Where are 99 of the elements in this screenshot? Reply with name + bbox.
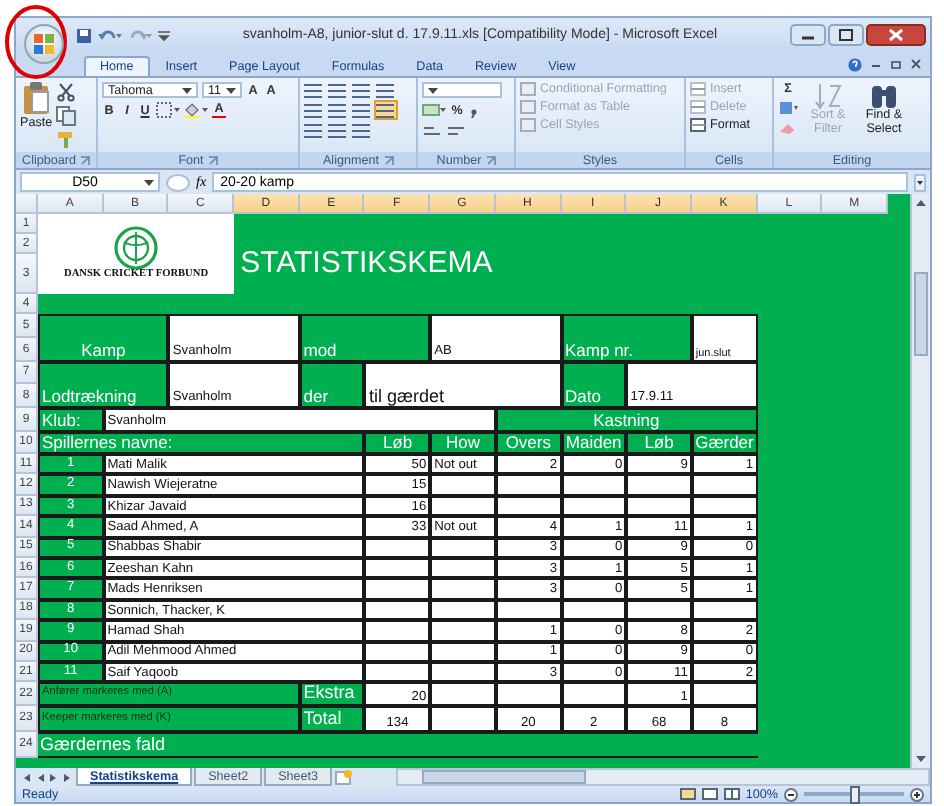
sheet-title: STATISTIKSKEMA [238, 244, 495, 284]
customize-toolbar-icon[interactable] [158, 29, 170, 41]
cells-icon [690, 100, 706, 114]
align-bottom-icon[interactable] [352, 82, 372, 98]
save-icon[interactable] [76, 27, 92, 43]
table-cell [364, 557, 431, 579]
table-cell [364, 599, 431, 621]
table-cell [430, 578, 496, 600]
wrap-text-icon[interactable] [376, 102, 396, 118]
field-label: mod [299, 314, 431, 362]
table-header: Løb [626, 432, 692, 454]
caret-icon [226, 87, 236, 93]
office-button[interactable] [24, 24, 64, 64]
table-cell [364, 578, 431, 600]
field-label: Ekstra [299, 682, 365, 707]
align-left-icon[interactable] [304, 102, 324, 118]
undo-icon[interactable] [98, 28, 122, 42]
caret-icon [144, 179, 154, 185]
cut-icon[interactable] [56, 82, 77, 102]
currency-icon[interactable] [422, 102, 446, 118]
table-cell [364, 620, 431, 642]
table-header: How [430, 432, 496, 454]
table-cell [430, 706, 496, 733]
number-format-field[interactable] [422, 82, 502, 98]
normal-view-icon[interactable] [679, 788, 696, 800]
field-label: der [299, 362, 365, 408]
horizontal-scrollbar[interactable] [396, 768, 930, 786]
table-cell [364, 537, 431, 558]
align-middle-icon[interactable] [328, 82, 348, 98]
table-cell [430, 661, 496, 683]
align-right-icon[interactable] [352, 102, 372, 118]
maximize-button[interactable] [828, 24, 864, 46]
caret-icon [428, 87, 438, 93]
table-cell [430, 557, 496, 579]
cells-icon [690, 118, 706, 132]
table-cell [626, 495, 692, 517]
dialog-launcher-icon[interactable] [207, 155, 218, 165]
table-header: Maiden [561, 432, 627, 454]
field-label: Klub: [38, 408, 104, 432]
binoculars-icon [870, 82, 898, 110]
table-cell [430, 537, 496, 558]
table-cell [364, 641, 431, 662]
cancel-icon [166, 173, 190, 191]
field-label: Kamp nr. [561, 314, 692, 362]
circle-annotation [4, 4, 68, 80]
section-heading: Gærdernes fald [38, 732, 758, 759]
table-cell [495, 474, 561, 496]
table-cell [561, 682, 627, 707]
field-label: Total [299, 706, 365, 733]
dialog-launcher-icon[interactable] [383, 155, 393, 165]
table-header: Spillernes navne: [38, 432, 365, 454]
table-header: Gærder [691, 432, 758, 454]
vertical-scrollbar[interactable] [910, 194, 930, 768]
table-cell [561, 474, 627, 496]
fill-icon[interactable] [778, 100, 798, 116]
dialog-launcher-icon[interactable] [485, 155, 496, 165]
table-cell [364, 661, 431, 683]
sort-icon [814, 82, 842, 110]
copy-icon[interactable] [56, 106, 77, 126]
help-icon[interactable] [848, 57, 862, 71]
caret-icon [182, 87, 192, 93]
align-top-icon[interactable] [304, 82, 324, 98]
table-cell [626, 599, 692, 621]
table-cell [691, 474, 758, 496]
table-cell [430, 599, 496, 621]
table-header: Overs [495, 432, 561, 454]
table-cell [495, 682, 561, 707]
page-layout-view-icon[interactable] [701, 788, 718, 800]
table-cell [430, 641, 496, 662]
office-logo-icon [34, 34, 54, 54]
table-header: Kastning [495, 408, 758, 432]
minimize-button[interactable] [790, 24, 826, 46]
close-button[interactable] [910, 58, 922, 70]
field-label: Lodtrækning [38, 362, 169, 408]
zoom-slider-thumb[interactable] [850, 786, 860, 804]
table-cell [430, 682, 496, 707]
table-cell [691, 682, 758, 707]
close-button[interactable] [866, 24, 926, 46]
zoom-in-icon[interactable] [910, 787, 924, 801]
field-value: til gærdet [364, 362, 561, 408]
table-cell [430, 620, 496, 642]
table-header: Løb [364, 432, 431, 454]
align-center-icon[interactable] [328, 102, 348, 118]
fill-color-icon[interactable] [184, 102, 208, 118]
table-cell [626, 474, 692, 496]
borders-icon[interactable] [156, 102, 180, 118]
field-label: Kamp [38, 314, 169, 362]
scroll-thumb[interactable] [914, 272, 928, 356]
zoom-out-icon[interactable] [784, 787, 798, 801]
table-cell [430, 474, 496, 496]
cricket-emblem-icon [114, 226, 159, 271]
page-break-view-icon[interactable] [723, 788, 740, 800]
dialog-launcher-icon[interactable] [79, 155, 90, 165]
expand-formula-bar-icon[interactable] [914, 173, 926, 191]
table-cell [430, 495, 496, 517]
field-label: Dato [561, 362, 627, 408]
cells-icon [690, 82, 706, 96]
clipboard-icon [22, 82, 51, 114]
restore-button[interactable] [890, 58, 902, 70]
